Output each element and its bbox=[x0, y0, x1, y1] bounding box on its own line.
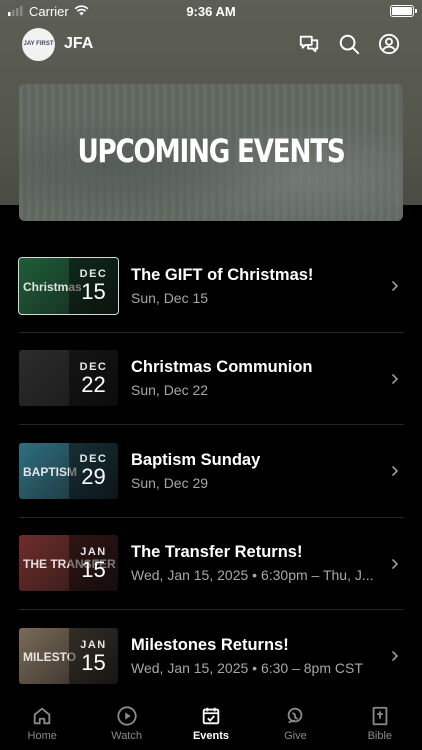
event-row[interactable]: BAPTISM DEC 29 Baptism Sunday Sun, Dec 2… bbox=[19, 425, 404, 518]
event-month: JAN bbox=[80, 545, 107, 558]
event-thumbnail: BAPTISM DEC 29 bbox=[19, 442, 118, 499]
date-badge: DEC 22 bbox=[69, 350, 118, 407]
event-date-time: Sun, Dec 15 bbox=[131, 289, 209, 306]
calendar-icon bbox=[202, 707, 220, 725]
event-date-time: Wed, Jan 15, 2025 • 6:30pm – Thu, J... bbox=[131, 567, 374, 584]
event-month: DEC bbox=[79, 360, 108, 373]
event-thumbnail: THE TRANSFER JAN 15 bbox=[19, 535, 118, 592]
tab-label: Home bbox=[27, 730, 57, 742]
event-day: 15 bbox=[81, 556, 106, 582]
chevron-right-icon bbox=[392, 558, 399, 569]
battery-icon bbox=[390, 5, 417, 17]
status-time: 9:36 AM bbox=[186, 4, 236, 19]
chevron-right-icon bbox=[392, 466, 399, 476]
tab-bible[interactable]: Bible bbox=[338, 698, 422, 750]
chevron-right-icon bbox=[392, 373, 399, 384]
event-row[interactable]: MILESTO JAN 15 Milestones Returns! Wed, … bbox=[19, 610, 404, 703]
tab-bar: Home Watch Events Give Bible bbox=[0, 698, 422, 750]
event-day: 15 bbox=[81, 649, 106, 675]
event-thumbnail: Christmas DEC 15 bbox=[18, 256, 119, 315]
event-title: Christmas Communion bbox=[131, 358, 313, 377]
event-row[interactable]: Christmas DEC 15 The GIFT of Christmas! … bbox=[18, 240, 404, 333]
event-day: 29 bbox=[81, 464, 106, 490]
event-date-time: Sun, Dec 22 bbox=[131, 382, 209, 399]
church-logo[interactable]: JAY FIRST bbox=[22, 27, 55, 61]
date-badge: JAN 15 bbox=[69, 628, 118, 685]
tab-label: Give bbox=[284, 730, 307, 742]
event-thumbnail: DEC 22 bbox=[19, 350, 118, 407]
chat-icon[interactable] bbox=[298, 33, 320, 55]
event-row[interactable]: THE TRANSFER JAN 15 The Transfer Returns… bbox=[19, 518, 404, 610]
date-badge: JAN 15 bbox=[69, 535, 118, 592]
tab-events[interactable]: Events bbox=[169, 698, 253, 750]
tab-give[interactable]: Give bbox=[253, 698, 337, 750]
event-title: The GIFT of Christmas! bbox=[131, 265, 314, 284]
event-month: JAN bbox=[80, 638, 107, 651]
chevron-right-icon bbox=[392, 281, 399, 291]
event-day: 15 bbox=[81, 279, 106, 305]
tab-label: Watch bbox=[111, 730, 142, 742]
chevron-right-icon bbox=[392, 651, 399, 661]
event-thumbnail: MILESTO JAN 15 bbox=[19, 628, 118, 685]
status-bar: Carrier 9:36 AM bbox=[0, 0, 422, 24]
search-icon[interactable] bbox=[338, 33, 360, 55]
tab-label: Events bbox=[192, 730, 230, 742]
home-icon bbox=[33, 707, 51, 725]
event-date-time: Sun, Dec 29 bbox=[131, 474, 209, 491]
event-day: 22 bbox=[81, 371, 106, 397]
tab-home[interactable]: Home bbox=[0, 698, 84, 750]
event-title: Milestones Returns! bbox=[131, 636, 289, 655]
logo-text: JAY FIRST bbox=[23, 41, 54, 47]
date-badge: DEC 15 bbox=[69, 257, 118, 314]
play-circle-icon bbox=[116, 706, 137, 726]
event-title: The Transfer Returns! bbox=[131, 543, 303, 562]
event-date-time: Wed, Jan 15, 2025 • 6:30 – 8pm CST bbox=[131, 660, 363, 677]
banner-title: UPCOMING EVENTS bbox=[77, 132, 345, 170]
event-row[interactable]: DEC 22 Christmas Communion Sun, Dec 22 bbox=[19, 333, 404, 425]
events-list: Christmas DEC 15 The GIFT of Christmas! … bbox=[18, 240, 404, 703]
app-header: JAY FIRST JFA bbox=[22, 27, 400, 61]
event-title: Baptism Sunday bbox=[131, 450, 261, 469]
tab-watch[interactable]: Watch bbox=[84, 698, 168, 750]
bible-icon bbox=[372, 706, 388, 726]
date-badge: DEC 29 bbox=[69, 442, 118, 499]
profile-icon[interactable] bbox=[378, 33, 400, 55]
upcoming-events-banner: UPCOMING EVENTS bbox=[19, 84, 403, 221]
tab-label: Bible bbox=[367, 730, 393, 742]
app-name: JFA bbox=[64, 35, 94, 52]
give-icon bbox=[288, 707, 303, 724]
